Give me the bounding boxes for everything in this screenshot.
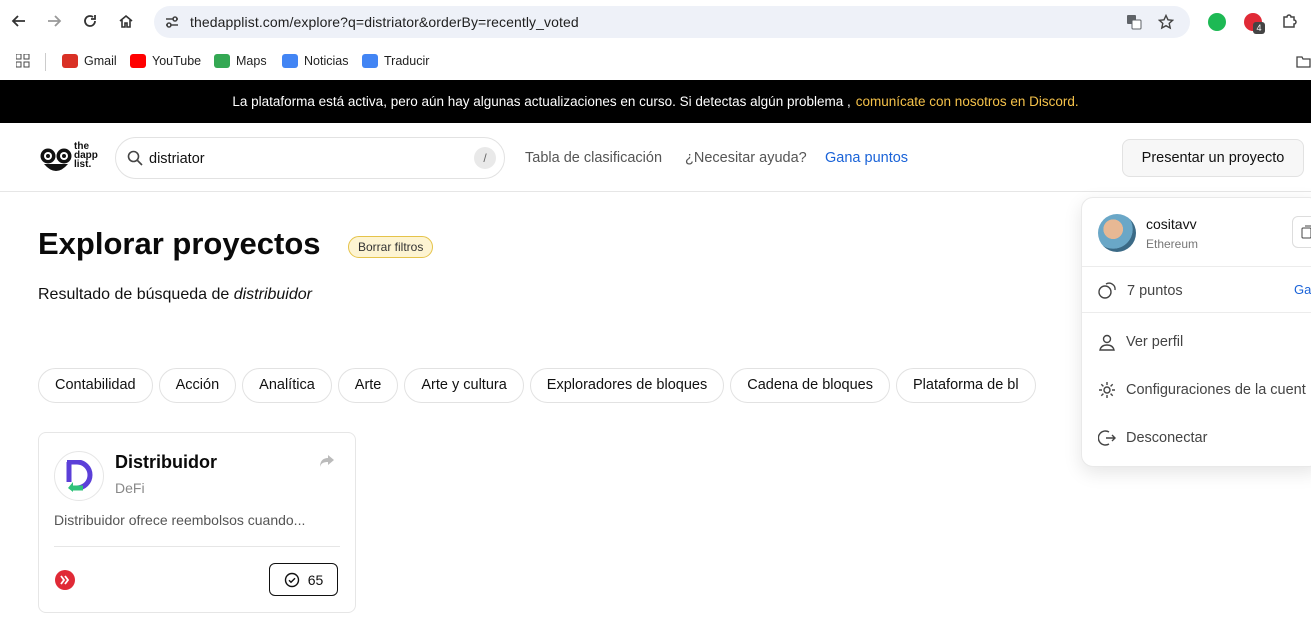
project-card[interactable]: Distribuidor DeFi Distribuidor ofrece re… <box>38 432 356 613</box>
category-chip[interactable]: Arte y cultura <box>404 368 524 403</box>
submit-project-button[interactable]: Presentar un proyecto <box>1122 139 1304 177</box>
vote-count: 65 <box>307 571 324 588</box>
bookmark-youtube[interactable]: YouTube <box>130 54 201 68</box>
menu-item-disconnect[interactable]: Desconectar <box>1098 429 1207 447</box>
search-icon <box>127 150 143 166</box>
extension-check-icon[interactable] <box>1208 13 1226 31</box>
news-icon <box>282 54 298 68</box>
nav-help[interactable]: ¿Necesitar ayuda? <box>685 150 807 166</box>
project-category: DeFi <box>115 480 145 496</box>
bookmark-noticias[interactable]: Noticias <box>282 54 348 68</box>
gmail-icon <box>62 54 78 68</box>
reload-button[interactable] <box>79 10 101 32</box>
menu-item-settings[interactable]: Configuraciones de la cuent <box>1098 381 1306 399</box>
card-divider <box>54 546 340 547</box>
user-icon <box>1099 334 1115 351</box>
bookmark-maps[interactable]: Maps <box>214 54 267 68</box>
reload-icon <box>84 15 96 27</box>
bookmark-gmail[interactable]: Gmail <box>62 54 117 68</box>
category-chip[interactable]: Arte <box>337 368 399 403</box>
apps-grid-icon[interactable] <box>16 54 30 68</box>
youtube-icon <box>130 54 146 68</box>
bookmark-star-icon[interactable] <box>1158 14 1174 30</box>
arrow-left-icon <box>11 15 25 27</box>
clear-filters-button[interactable]: Borrar filtros <box>348 236 434 258</box>
address-bar[interactable]: thedapplist.com/explore?q=distriator&ord… <box>154 6 1190 38</box>
gear-icon <box>1099 382 1115 398</box>
menu-divider <box>1082 312 1311 313</box>
project-name[interactable]: Distribuidor <box>115 452 217 473</box>
category-chip[interactable]: Exploradores de bloques <box>529 368 725 403</box>
vote-button[interactable]: 65 <box>269 563 338 596</box>
back-button[interactable] <box>8 10 30 32</box>
earn-points-link[interactable]: Gan <box>1294 282 1311 297</box>
category-filter-bar: Contabilidad Acción Analítica Arte Arte y cu… <box>38 368 1098 404</box>
points-row: 7 puntos <box>1098 281 1183 300</box>
banner-text: La plataforma está activa, pero aún hay … <box>232 94 851 109</box>
avatar <box>1098 214 1136 252</box>
category-chip[interactable]: Analítica <box>242 368 332 403</box>
nav-earn-points[interactable]: Gana puntos <box>825 150 908 166</box>
user-menu: cositavv Ethereum 7 puntos Gan Ver perfi… <box>1081 197 1311 467</box>
distribuidor-logo-icon <box>66 460 93 492</box>
search-result-text: Resultado de búsqueda de distribuidor <box>38 286 312 303</box>
coins-icon <box>1098 282 1116 299</box>
username: cositavv <box>1146 216 1197 232</box>
url-text: thedapplist.com/explore?q=distriator&ord… <box>190 14 579 30</box>
category-chip[interactable]: Cadena de bloques <box>730 368 890 403</box>
search-query: distribuidor <box>233 286 312 303</box>
extension-badge: 4 <box>1253 22 1265 34</box>
maps-icon <box>214 54 230 68</box>
search-value: distriator <box>149 151 205 167</box>
logout-icon <box>1098 430 1116 446</box>
site-header: the dapp list. distriator / Tabla de cla… <box>0 123 1311 192</box>
search-input[interactable]: distriator / <box>115 137 505 179</box>
copy-address-button[interactable] <box>1292 216 1311 248</box>
project-description: Distribuidor ofrece reembolsos cuando... <box>54 512 306 528</box>
extensions-puzzle-icon[interactable] <box>1281 13 1297 29</box>
bookmarks-divider <box>45 53 46 71</box>
logo-wordmark: the dapp list. <box>74 141 98 170</box>
extension-abp-icon[interactable]: 4 <box>1244 13 1265 34</box>
category-chip[interactable]: Plataforma de bl <box>896 368 1036 403</box>
bookmark-traducir[interactable]: Traducir <box>362 54 429 68</box>
menu-item-view-profile[interactable]: Ver perfil <box>1098 333 1183 351</box>
translate-bookmark-icon <box>362 54 378 68</box>
page-title: Explorar proyectos <box>38 226 321 261</box>
announcement-banner: La plataforma está activa, pero aún hay … <box>0 80 1311 123</box>
category-chip[interactable]: Contabilidad <box>38 368 153 403</box>
bookmarks-bar: Gmail YouTube Maps Noticias Traducir <box>0 44 1311 80</box>
wallet-network: Ethereum <box>1146 237 1199 251</box>
copy-icon <box>1301 225 1311 239</box>
browser-toolbar: thedapplist.com/explore?q=distriator&ord… <box>0 0 1311 44</box>
forward-button[interactable] <box>43 10 65 32</box>
menu-divider <box>1082 266 1311 267</box>
home-button[interactable] <box>115 10 137 32</box>
arrow-right-icon <box>48 15 62 27</box>
hive-chain-icon <box>55 570 75 590</box>
translate-icon[interactable] <box>1126 14 1142 30</box>
folder-icon[interactable] <box>1296 55 1311 68</box>
project-logo <box>54 451 104 501</box>
nav-leaderboard[interactable]: Tabla de clasificación <box>525 150 662 166</box>
share-icon[interactable] <box>319 454 335 468</box>
search-shortcut-badge: / <box>474 147 496 169</box>
category-chip[interactable]: Acción <box>158 368 237 403</box>
home-icon <box>119 14 133 28</box>
check-circle-icon <box>284 572 299 587</box>
discord-link[interactable]: comunícate con nosotros en Discord. <box>856 94 1079 109</box>
site-settings-icon <box>166 16 178 28</box>
